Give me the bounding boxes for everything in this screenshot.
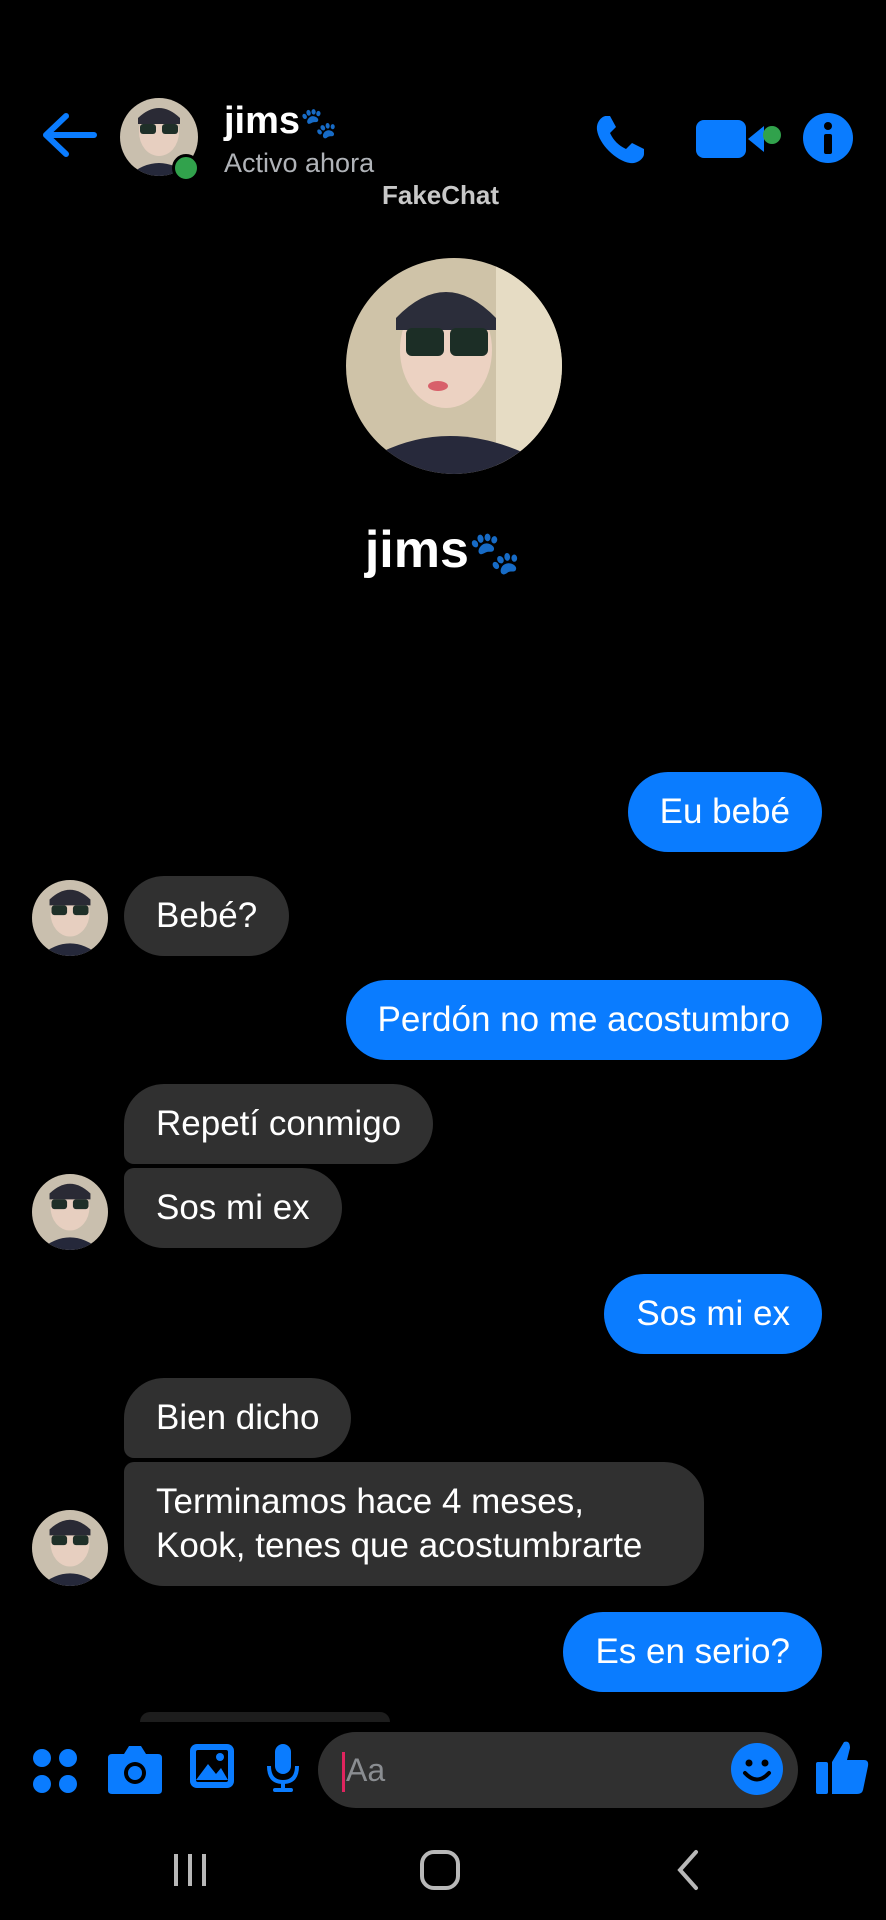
message-incoming[interactable]: Sos mi ex [124,1168,342,1248]
gallery-icon[interactable] [188,1742,236,1790]
text-caret [342,1752,345,1792]
message-input-placeholder: Aa [346,1752,386,1788]
camera-icon[interactable] [106,1742,164,1796]
like-thumbs-up-icon[interactable] [814,1738,870,1796]
online-status-dot [172,154,200,182]
message-incoming[interactable]: Repetí conmigo [124,1084,434,1164]
profile-name: jims🐾 [0,520,886,580]
activity-status: Activo ahora [224,148,375,178]
emoji-icon[interactable] [730,1742,784,1796]
info-icon[interactable] [802,112,854,164]
back-arrow-icon[interactable] [36,110,106,160]
message-avatar [32,880,108,956]
video-call-icon[interactable] [694,118,784,160]
message-avatar [32,1174,108,1250]
message-input[interactable] [318,1732,798,1808]
contact-name-text: jims [224,100,301,142]
microphone-icon[interactable] [266,1742,300,1794]
menu-dots-icon[interactable] [30,1746,80,1796]
profile-picture[interactable] [346,258,562,474]
recent-apps-icon[interactable] [170,1850,210,1890]
message-outgoing[interactable]: Sos mi ex [604,1274,822,1354]
home-icon[interactable] [418,1848,462,1892]
message-outgoing[interactable]: Perdón no me acostumbro [345,980,822,1060]
message-incoming[interactable]: Terminamos hace 4 meses, Kook, tenes que… [124,1462,704,1586]
watermark: FakeChat [382,180,500,210]
back-nav-icon[interactable] [672,1848,704,1892]
message-avatar [32,1510,108,1586]
message-outgoing[interactable]: Eu bebé [627,772,822,852]
profile-name-text: jims [364,521,469,579]
phone-call-icon[interactable] [592,112,648,168]
system-navigation-bar [0,1840,886,1920]
message-incoming[interactable]: Bien dicho [124,1378,352,1458]
message-incoming[interactable]: Bebé? [124,876,290,956]
message-outgoing[interactable]: Es en serio? [563,1612,822,1692]
paw-emoji: 🐾 [468,529,522,576]
message-incoming-partial [140,1712,390,1722]
paw-emoji: 🐾 [300,107,338,140]
contact-name[interactable]: jims🐾 [224,100,337,143]
